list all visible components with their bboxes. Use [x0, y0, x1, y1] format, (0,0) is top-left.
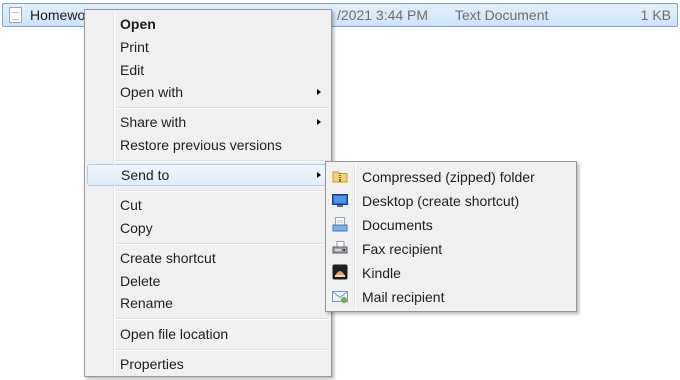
submenu-item-label: Kindle	[362, 265, 401, 281]
menu-item-copy[interactable]: Copy	[87, 217, 329, 239]
file-name: Homewo	[30, 7, 86, 23]
send-to-mail-recipient[interactable]: Mail recipient	[328, 286, 574, 308]
submenu-item-label: Documents	[362, 217, 433, 233]
fax-icon	[332, 240, 348, 256]
menu-separator	[115, 349, 329, 351]
send-to-kindle[interactable]: Kindle	[328, 262, 574, 284]
menu-separator	[115, 160, 329, 162]
menu-item-label: Delete	[120, 273, 161, 289]
submenu-arrow-icon	[317, 89, 321, 95]
menu-item-rename[interactable]: Rename	[87, 292, 329, 314]
menu-item-share-with[interactable]: Share with	[87, 111, 329, 133]
send-to-desktop[interactable]: Desktop (create shortcut)	[328, 190, 574, 212]
menu-separator	[115, 243, 329, 245]
submenu-arrow-icon	[317, 119, 321, 125]
menu-item-edit[interactable]: Edit	[87, 59, 329, 81]
menu-item-restore-previous-versions[interactable]: Restore previous versions	[87, 134, 329, 156]
menu-item-create-shortcut[interactable]: Create shortcut	[87, 247, 329, 269]
menu-item-label: Edit	[120, 62, 145, 78]
send-to-submenu: Compressed (zipped) folder Desktop (crea…	[325, 161, 577, 312]
send-to-documents[interactable]: Documents	[328, 214, 574, 236]
submenu-item-label: Compressed (zipped) folder	[362, 169, 535, 185]
menu-item-open-with[interactable]: Open with	[87, 81, 329, 103]
mail-icon	[332, 288, 348, 304]
send-to-compressed-folder[interactable]: Compressed (zipped) folder	[328, 166, 574, 188]
desktop-icon	[332, 192, 348, 208]
menu-item-label: Open file location	[120, 326, 229, 342]
menu-item-open[interactable]: Open	[87, 13, 329, 35]
menu-item-label: Properties	[120, 356, 184, 372]
menu-item-label: Send to	[121, 167, 170, 183]
file-type: Text Document	[455, 7, 549, 23]
menu-item-cut[interactable]: Cut	[87, 194, 329, 216]
menu-item-delete[interactable]: Delete	[87, 270, 329, 292]
menu-item-open-file-location[interactable]: Open file location	[87, 323, 329, 345]
file-size: 1 KB	[640, 7, 671, 23]
send-to-fax-recipient[interactable]: Fax recipient	[328, 238, 574, 260]
menu-item-label: Rename	[120, 295, 173, 311]
menu-separator	[115, 190, 329, 192]
menu-item-properties[interactable]: Properties	[87, 353, 329, 375]
menu-separator	[115, 318, 329, 320]
menu-item-label: Create shortcut	[120, 250, 216, 266]
context-menu: Open Print Edit Open with Share with Res…	[84, 9, 332, 377]
submenu-item-label: Fax recipient	[362, 241, 443, 257]
submenu-item-label: Desktop (create shortcut)	[362, 193, 520, 209]
menu-item-label: Share with	[120, 114, 187, 130]
menu-item-label: Open	[120, 16, 156, 32]
menu-item-print[interactable]: Print	[87, 36, 329, 58]
menu-item-label: Copy	[120, 220, 153, 236]
menu-separator	[115, 107, 329, 109]
menu-item-label: Open with	[120, 84, 184, 100]
file-date-modified: /2021 3:44 PM	[337, 7, 429, 23]
documents-icon	[332, 216, 348, 232]
submenu-arrow-icon	[317, 172, 321, 178]
menu-item-label: Cut	[120, 197, 142, 213]
menu-item-label: Restore previous versions	[120, 137, 282, 153]
menu-item-label: Print	[120, 39, 149, 55]
zip-folder-icon	[332, 168, 348, 184]
text-document-icon	[9, 7, 22, 23]
kindle-icon	[332, 264, 348, 280]
submenu-item-label: Mail recipient	[362, 289, 445, 305]
menu-item-send-to[interactable]: Send to	[87, 164, 329, 186]
